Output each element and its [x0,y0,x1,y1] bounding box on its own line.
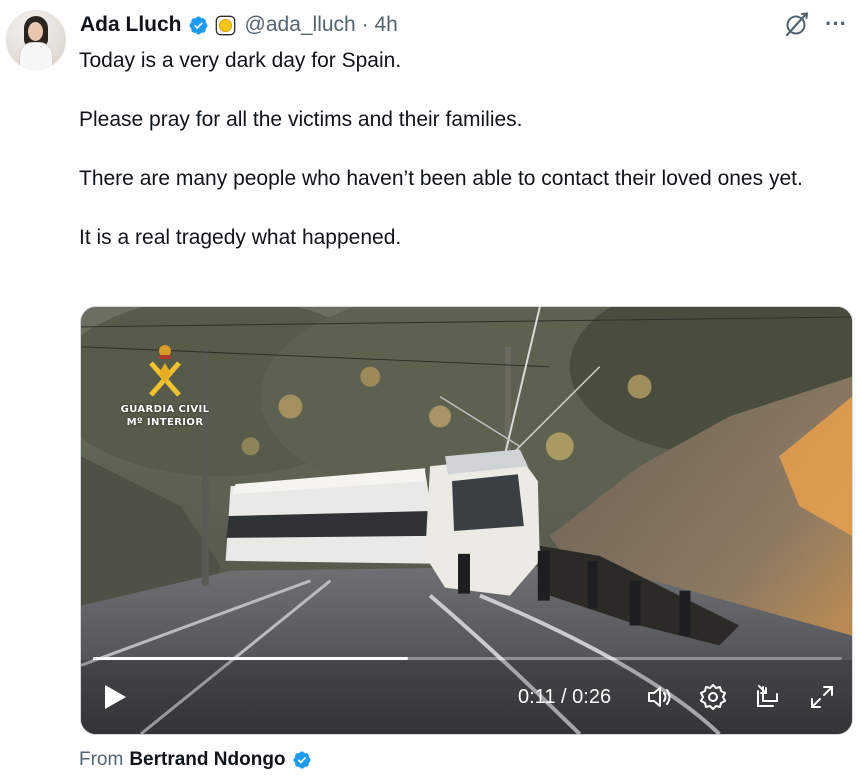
logo-line2: Mº INTERIOR [126,417,204,428]
video-time-separator: / [561,686,567,708]
grok-icon[interactable] [783,10,811,38]
tweet-line: It is a real tragedy what happened. [79,226,402,249]
tweet-line: Today is a very dark day for Spain. [79,49,402,72]
attribution-prefix: From [79,749,124,770]
video-attribution: From Bertrand Ndongo [79,749,312,771]
verified-badge-icon [293,751,311,769]
tweet-body: Today is a very dark day for Spain. Plea… [79,46,849,252]
tweet-line: Please pray for all the victims and thei… [79,108,523,131]
play-icon[interactable] [99,682,129,712]
picture-in-picture-icon[interactable] [753,683,781,711]
gold-affiliate-badge-icon [215,15,235,35]
author-handle[interactable]: @ada_lluch · 4h [245,13,398,37]
settings-gear-icon[interactable] [699,683,727,711]
verified-badge-icon [189,16,207,34]
tweet-timestamp[interactable]: 4h [374,13,397,36]
video-time: 0:11 / 0:26 [518,686,611,709]
video-current-time: 0:11 [518,686,556,708]
more-options-icon[interactable]: ··· [823,11,849,37]
volume-icon[interactable] [646,683,674,711]
video-progress-fill [93,657,408,660]
guardia-civil-crest-icon [149,345,181,397]
guardia-civil-logo: GUARDIA CIVIL Mº INTERIOR [115,343,215,429]
author-avatar[interactable] [6,10,66,70]
fullscreen-icon[interactable] [808,683,836,711]
attribution-source-link[interactable]: Bertrand Ndongo [129,749,285,771]
video-progress-bar[interactable] [93,657,842,660]
video-duration: 0:26 [572,686,612,708]
separator-dot: · [361,13,369,36]
video-controls: 0:11 / 0:26 [81,664,852,734]
author-name[interactable]: Ada Lluch [80,13,182,37]
tweet-actions-top: ··· [783,10,849,38]
handle-text: @ada_lluch [244,13,356,36]
tweet-header: Ada Lluch @ada_lluch · 4h [80,11,398,39]
video-player[interactable]: GUARDIA CIVIL Mº INTERIOR 0:11 / 0:26 [80,306,853,735]
logo-line1: GUARDIA CIVIL [120,404,210,415]
tweet-line: There are many people who haven’t been a… [79,167,803,190]
